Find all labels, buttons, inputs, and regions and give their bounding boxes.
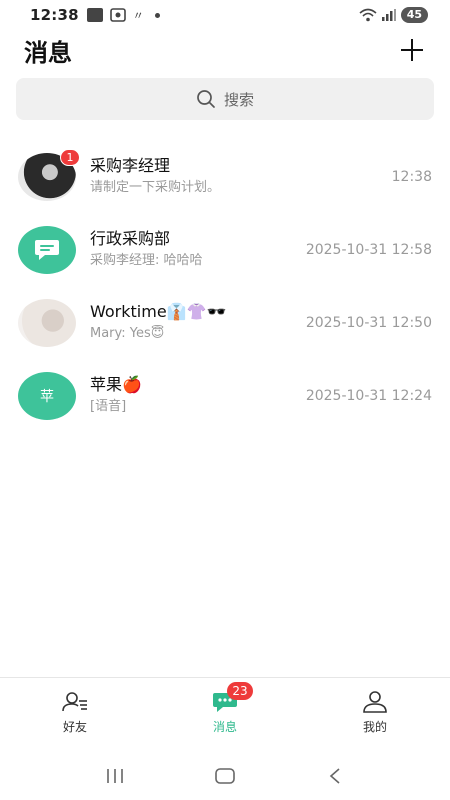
signal-icon: [381, 9, 396, 21]
avatar: 1: [18, 148, 80, 201]
conversation-text: 苹果🍎 [语音]: [90, 375, 298, 416]
back-icon: [329, 768, 340, 784]
recent-apps-icon: [107, 769, 123, 783]
recent-apps-button[interactable]: [100, 761, 130, 791]
nfc-icon: 〃: [132, 9, 144, 22]
tab-messages[interactable]: 23 消息: [150, 678, 300, 747]
search-icon: [197, 90, 215, 108]
search-input[interactable]: 搜索: [16, 78, 434, 120]
avatar: 苹: [18, 371, 76, 420]
notification-icon: [86, 8, 103, 22]
conversation-time: 2025-10-31 12:58: [305, 241, 432, 258]
conversation-item[interactable]: Worktime👔👚🕶️ Mary: Yes😇 2025-10-31 12:50: [0, 286, 450, 359]
status-right: 45: [359, 7, 428, 23]
header: 消息: [0, 30, 450, 70]
search-placeholder: 搜索: [223, 90, 254, 109]
conversation-time: 2025-10-31 12:24: [305, 387, 432, 404]
status-left-icons: 〃: [86, 7, 160, 23]
back-button[interactable]: [320, 761, 350, 791]
conversation-preview: Mary: Yes😇: [90, 326, 165, 341]
conversation-time: 12:38: [391, 168, 432, 185]
tab-label: 我的: [362, 720, 387, 734]
contacts-icon: [61, 690, 89, 714]
tab-bar: 好友 23 消息 我的: [0, 677, 450, 747]
conversation-name: 采购李经理: [90, 156, 171, 175]
conversation-text: Worktime👔👚🕶️ Mary: Yes😇: [90, 302, 298, 343]
profile-icon: [361, 690, 389, 714]
avatar: [18, 298, 76, 347]
conversation-list: 1 采购李经理 请制定一下采购计划。 12:38 行政采购部 采购李经理: 哈哈…: [0, 140, 450, 432]
unread-badge: 1: [60, 148, 80, 166]
conversation-name: 行政采购部: [90, 229, 171, 248]
conversation-name: 苹果🍎: [90, 375, 142, 394]
system-navigation: [0, 752, 450, 800]
tab-profile[interactable]: 我的: [300, 678, 450, 747]
conversation-item[interactable]: 行政采购部 采购李经理: 哈哈哈 2025-10-31 12:58: [0, 213, 450, 286]
conversation-preview: 采购李经理: 哈哈哈: [90, 253, 203, 268]
tab-label: 好友: [62, 720, 87, 734]
avatar: [18, 225, 76, 274]
message-badge: 23: [227, 682, 253, 700]
battery-indicator: 45: [400, 7, 428, 23]
conversation-item[interactable]: 1 采购李经理 请制定一下采购计划。 12:38: [0, 140, 450, 213]
status-bar: 12:38 〃 45: [0, 0, 450, 30]
page-title: 消息: [24, 38, 72, 67]
conversation-preview: 请制定一下采购计划。: [90, 180, 221, 195]
conversation-name: Worktime👔👚🕶️: [90, 302, 227, 321]
wifi-icon: [359, 8, 377, 22]
message-icon: 23: [211, 682, 253, 714]
chat-bubble-icon: [35, 239, 59, 260]
home-icon: [215, 768, 235, 784]
screenshot-icon: [109, 8, 126, 22]
tab-friends[interactable]: 好友: [0, 678, 150, 747]
conversation-time: 2025-10-31 12:50: [305, 314, 432, 331]
conversation-text: 行政采购部 采购李经理: 哈哈哈: [90, 229, 298, 270]
tab-label: 消息: [212, 720, 237, 734]
dot-icon: [154, 12, 160, 18]
conversation-item[interactable]: 苹 苹果🍎 [语音] 2025-10-31 12:24: [0, 359, 450, 432]
conversation-text: 采购李经理 请制定一下采购计划。: [90, 156, 384, 197]
conversation-preview: [语音]: [90, 399, 127, 414]
status-time: 12:38: [30, 6, 79, 24]
add-button[interactable]: [398, 36, 426, 64]
avatar-text: 苹: [40, 388, 54, 405]
home-button[interactable]: [210, 761, 240, 791]
